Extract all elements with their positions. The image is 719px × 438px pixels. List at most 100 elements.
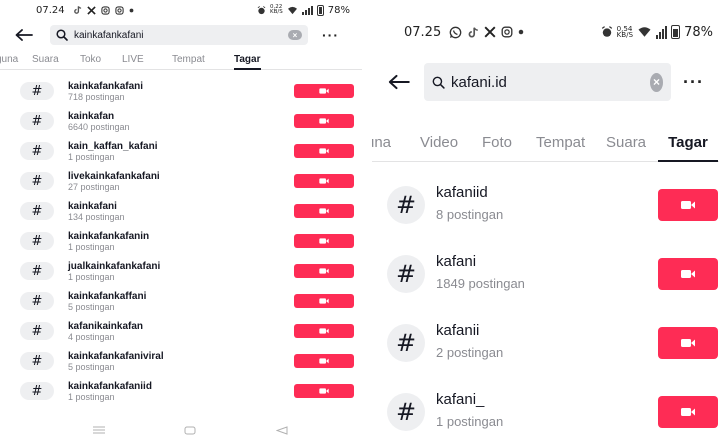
tab-sounds[interactable]: Suara [606,124,646,161]
record-video-button[interactable] [294,234,354,248]
hashtag-post-count: 5 postingan [68,301,115,312]
hashtag-icon: # [20,172,54,190]
record-video-button[interactable] [658,188,718,221]
tab-hashtags[interactable]: Tagar [234,50,261,70]
hashtag-name: kafaniid [436,183,488,201]
hashtag-row[interactable]: # jualkainkafankafani 1 postingan [0,256,362,286]
hashtag-row[interactable]: # livekainkafankafani 27 postingan [0,166,362,196]
tab-sounds[interactable]: Suara [32,50,59,69]
tab-users[interactable]: una [372,124,391,161]
home-button[interactable] [184,426,196,435]
hashtag-row[interactable]: # kafanikainkafan 4 postingan [0,316,362,346]
record-video-button[interactable] [294,324,354,338]
video-camera-icon [681,338,695,347]
arrow-left-icon [15,29,33,41]
hashtag-row[interactable]: # kafaniid 8 postingan [372,170,719,239]
tab-users[interactable]: guna [0,50,18,69]
instagram-icon [101,5,110,15]
video-camera-icon [681,269,695,278]
video-camera-icon [319,148,329,154]
hashtag-post-count: 27 postingan [68,181,120,192]
hashtag-row[interactable]: # kainkafankafaniid 1 postingan [0,376,362,406]
record-video-button[interactable] [294,354,354,368]
tab-shop[interactable]: Toko [80,50,101,69]
menu-icon [93,426,105,434]
record-video-button[interactable] [294,144,354,158]
hashtag-post-count: 8 postingan [436,206,504,222]
record-video-button[interactable] [294,264,354,278]
search-input[interactable] [451,73,650,91]
hashtag-text: kafani 1849 postingan [436,253,525,295]
record-video-button[interactable] [294,294,354,308]
arrow-left-icon [388,74,410,90]
video-camera-icon [319,328,329,334]
hashtag-name: kainkafankaffani [68,290,147,302]
record-video-button[interactable] [658,326,718,359]
back-button[interactable] [384,74,414,90]
video-camera-icon [319,268,329,274]
hashtag-text: kainkafani 134 postingan [68,201,125,222]
tab-photos[interactable]: Foto [482,124,512,161]
network-speed: 0,22 KB/S [270,4,283,15]
hashtag-post-count: 1 postingan [68,271,115,282]
x-icon [484,26,496,38]
record-video-button[interactable] [294,114,354,128]
hashtag-results: # kafaniid 8 postingan # kafani 1849 postinga… [372,170,719,438]
status-time: 07.25 [404,24,442,40]
recent-apps-button[interactable] [92,426,106,434]
hashtag-text: kainkafankafanin 1 postingan [68,231,149,252]
hashtag-icon: # [20,202,54,220]
video-camera-icon [319,88,329,94]
hashtag-row[interactable]: # kainkafankafanin 1 postingan [0,226,362,256]
tab-videos[interactable]: Video [420,124,458,161]
hashtag-name: kain_kaffan_kafani [68,140,158,152]
record-video-button[interactable] [294,84,354,98]
hashtag-row[interactable]: # kainkafankafani 718 postingan [0,76,362,106]
tab-live[interactable]: LIVE [122,50,144,69]
hashtag-post-count: 1849 postingan [436,275,525,291]
hashtag-row[interactable]: # kafanii 2 postingan [372,308,719,377]
record-video-button[interactable] [294,384,354,398]
hashtag-name: kainkafankafani [68,80,144,92]
clear-search-button[interactable]: × [650,72,663,92]
hashtag-text: kainkafankafaniid 1 postingan [68,381,152,402]
hashtag-icon: # [20,322,54,340]
hashtag-row[interactable]: # kain_kaffan_kafani 1 postingan [0,136,362,166]
battery-icon [316,4,324,16]
whatsapp-icon [449,26,462,38]
close-icon: × [652,75,660,89]
record-video-button[interactable] [658,257,718,290]
hashtag-post-count: 134 postingan [68,211,125,222]
search-box[interactable]: × [424,63,671,101]
hashtag-row[interactable]: # kafani_ 1 postingan [372,377,719,438]
tab-places[interactable]: Tempat [536,124,585,161]
back-button[interactable] [10,29,38,41]
tab-hashtags[interactable]: Tagar [658,124,718,162]
record-video-button[interactable] [658,395,718,428]
nav-back-button[interactable] [276,425,288,435]
hashtag-text: kainkafan 6640 postingan [68,111,130,132]
more-options-button[interactable]: ··· [322,27,339,43]
search-input[interactable] [74,29,288,41]
tab-places[interactable]: Tempat [172,50,205,69]
hashtag-row[interactable]: # kafani 1849 postingan [372,239,719,308]
record-video-button[interactable] [294,204,354,218]
hashtag-row[interactable]: # kainkafankaffani 5 postingan [0,286,362,316]
hashtag-text: jualkainkafankafani 1 postingan [68,261,160,282]
record-video-button[interactable] [294,174,354,188]
hashtag-post-count: 1 postingan [68,391,115,402]
hashtag-row[interactable]: # kainkafan 6640 postingan [0,106,362,136]
hashtag-post-count: 1 postingan [436,413,504,429]
hashtag-text: kafanikainkafan 4 postingan [68,321,143,342]
hashtag-row[interactable]: # kainkafani 134 postingan [0,196,362,226]
instagram-icon [115,5,124,15]
right-screenshot: 07.25 0,54 KB/S 78% × · [372,0,719,438]
clear-search-button[interactable]: × [288,30,302,40]
hashtag-name: kainkafankafanin [68,230,150,242]
hashtag-text: kafaniid 8 postingan [436,184,503,226]
more-options-button[interactable]: ··· [683,72,704,93]
search-box[interactable]: × [50,25,308,45]
hashtag-icon: # [20,82,54,100]
hashtag-icon: # [387,254,425,293]
hashtag-row[interactable]: # kainkafankafaniviral 5 postingan [0,346,362,376]
